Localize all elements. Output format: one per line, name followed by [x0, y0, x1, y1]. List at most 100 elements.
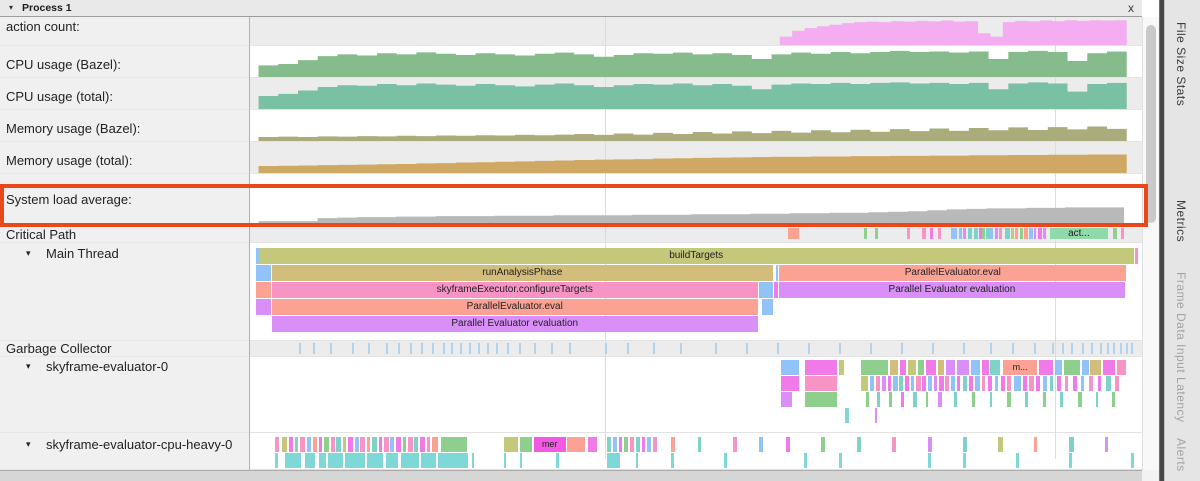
trace-event[interactable]: [1034, 228, 1037, 239]
gc-event[interactable]: [1091, 343, 1093, 354]
trace-event[interactable]: [928, 376, 932, 391]
gc-event[interactable]: [746, 343, 748, 354]
trace-event[interactable]: [1029, 376, 1033, 391]
trace-event[interactable]: [963, 453, 966, 468]
trace-event[interactable]: [1103, 360, 1115, 375]
trace-event[interactable]: [1014, 376, 1021, 391]
gc-event[interactable]: [932, 343, 934, 354]
trace-event[interactable]: [520, 437, 532, 452]
gc-event[interactable]: [1131, 343, 1133, 354]
trace-event[interactable]: [982, 228, 985, 239]
trace-event[interactable]: [926, 392, 929, 407]
collapse-arrow-icon[interactable]: ▾: [26, 439, 31, 450]
trace-event[interactable]: [653, 437, 657, 452]
gc-event[interactable]: [605, 343, 607, 354]
trace-event[interactable]: [275, 437, 279, 452]
gc-event[interactable]: [460, 343, 462, 354]
trace-event[interactable]: [762, 299, 773, 315]
trace-event[interactable]: [946, 360, 955, 375]
sidebar-tab-metrics[interactable]: Metrics: [1174, 200, 1188, 242]
trace-event[interactable]: [922, 228, 926, 239]
close-icon[interactable]: x: [1128, 1, 1134, 15]
trace-event[interactable]: [864, 228, 868, 239]
trace-event[interactable]: [1113, 228, 1117, 239]
trace-event[interactable]: [733, 437, 737, 452]
trace-event[interactable]: [472, 453, 475, 468]
trace-event[interactable]: [305, 453, 316, 468]
trace-event[interactable]: [972, 392, 976, 407]
gc-event[interactable]: [627, 343, 629, 354]
track-action-count[interactable]: [250, 17, 1142, 46]
gc-event[interactable]: [1012, 343, 1014, 354]
gc-event[interactable]: [496, 343, 498, 354]
trace-event[interactable]: [367, 437, 371, 452]
trace-event[interactable]: [414, 437, 418, 452]
trace-event[interactable]: [963, 228, 966, 239]
track-memory-bazel[interactable]: [250, 110, 1142, 142]
trace-event[interactable]: [401, 453, 419, 468]
trace-event[interactable]: [588, 437, 597, 452]
memory-total-chart[interactable]: [250, 142, 1142, 174]
trace-event[interactable]: [724, 453, 727, 468]
trace-event[interactable]: [1115, 376, 1119, 391]
action-count-chart[interactable]: [250, 17, 1142, 46]
trace-event[interactable]: [875, 408, 878, 423]
trace-event[interactable]: [957, 376, 961, 391]
gc-event[interactable]: [1126, 343, 1128, 354]
trace-event[interactable]: [781, 376, 800, 391]
trace-event[interactable]: [995, 376, 999, 391]
trace-event[interactable]: [1034, 437, 1038, 452]
trace-event[interactable]: [345, 453, 364, 468]
gc-event[interactable]: [368, 343, 370, 354]
trace-event[interactable]: [1024, 228, 1028, 239]
gc-event[interactable]: [1052, 343, 1054, 354]
trace-event[interactable]: [969, 376, 973, 391]
trace-event[interactable]: [1039, 360, 1053, 375]
trace-event[interactable]: [282, 437, 287, 452]
trace-event[interactable]: [331, 437, 335, 452]
trace-event[interactable]: [1007, 376, 1011, 391]
trace-event[interactable]: [1007, 392, 1011, 407]
trace-event[interactable]: [971, 360, 980, 375]
trace-event[interactable]: [328, 453, 342, 468]
trace-event[interactable]: [861, 376, 868, 391]
trace-event[interactable]: [857, 437, 861, 452]
trace-event[interactable]: [630, 437, 634, 452]
trace-event[interactable]: [938, 360, 944, 375]
trace-event[interactable]: [1043, 376, 1047, 391]
trace-event[interactable]: [982, 360, 989, 375]
trace-event[interactable]: [882, 376, 886, 391]
track-memory-total[interactable]: [250, 142, 1142, 174]
track-skyframe-evaluator-cpu-heavy-0[interactable]: mer: [250, 433, 1142, 470]
vertical-scrollbar[interactable]: [1142, 17, 1159, 470]
trace-event[interactable]: [285, 453, 301, 468]
trace-event[interactable]: [607, 437, 611, 452]
trace-event[interactable]: [567, 437, 585, 452]
trace-event[interactable]: [870, 376, 874, 391]
gc-event[interactable]: [839, 343, 841, 354]
trace-event[interactable]: [420, 437, 425, 452]
trace-event[interactable]: [979, 228, 982, 239]
trace-event[interactable]: [990, 392, 993, 407]
trace-event[interactable]: [607, 453, 619, 468]
trace-event[interactable]: [256, 282, 271, 298]
trace-event[interactable]: ParallelEvaluator.eval: [779, 265, 1126, 281]
trace-event[interactable]: [998, 437, 1002, 452]
gc-event[interactable]: [680, 343, 682, 354]
trace-event[interactable]: [1036, 376, 1040, 391]
trace-event[interactable]: [379, 437, 383, 452]
collapse-arrow-icon[interactable]: ▾: [26, 248, 31, 259]
gc-event[interactable]: [330, 343, 332, 354]
gc-event[interactable]: [410, 343, 412, 354]
gc-event[interactable]: [1113, 343, 1115, 354]
trace-event[interactable]: [336, 437, 340, 452]
trace-event[interactable]: [939, 376, 943, 391]
trace-event[interactable]: [893, 376, 897, 391]
trace-event[interactable]: [367, 453, 383, 468]
trace-event[interactable]: [432, 437, 438, 452]
trace-event[interactable]: [805, 360, 838, 375]
trace-event[interactable]: [963, 376, 967, 391]
trace-event[interactable]: [786, 437, 790, 452]
trace-event[interactable]: [926, 360, 937, 375]
trace-event[interactable]: [642, 437, 646, 452]
